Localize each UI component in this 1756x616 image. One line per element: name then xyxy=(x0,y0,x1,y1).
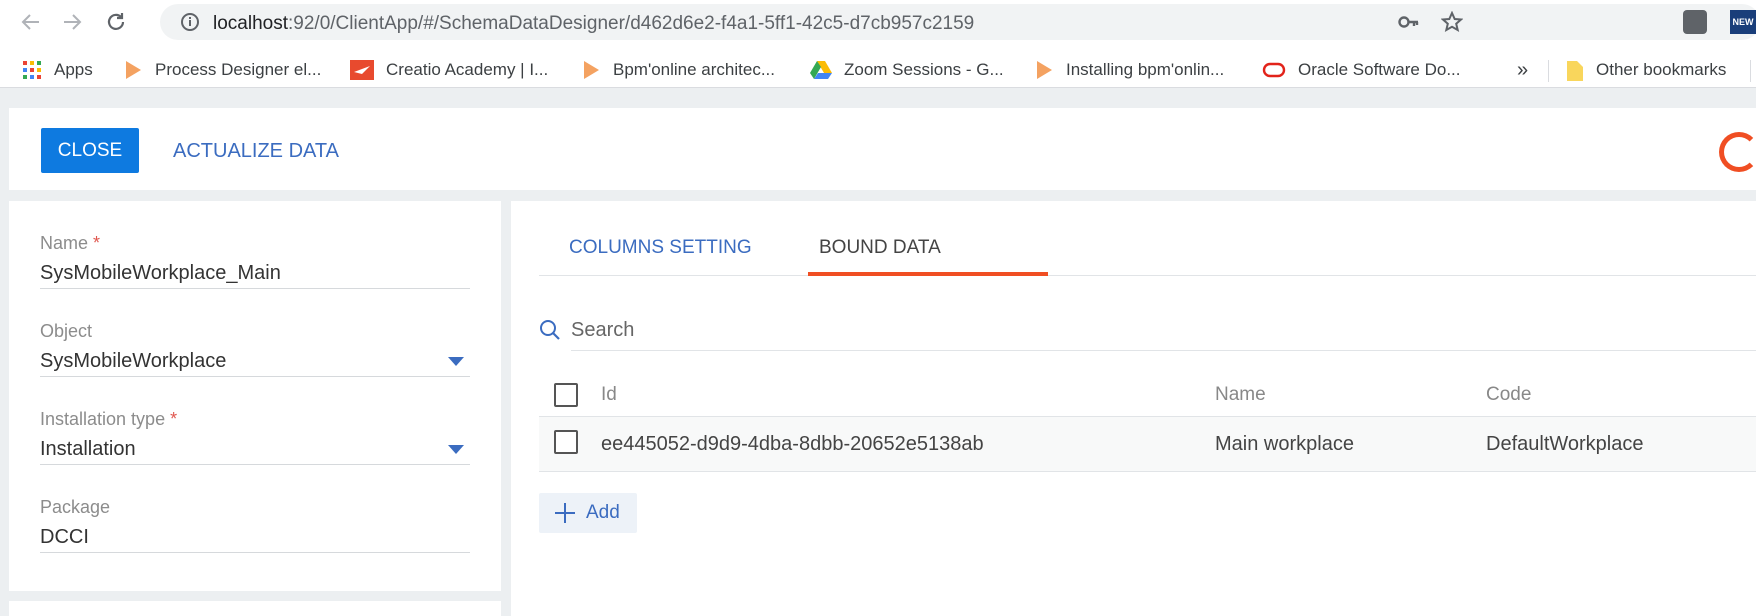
oracle-logo-icon xyxy=(1262,60,1286,80)
schema-properties-panel: Name * SysMobileWorkplace_Main Object Sy… xyxy=(9,201,501,591)
active-tab-indicator xyxy=(808,272,1048,276)
add-label: Add xyxy=(586,502,620,523)
package-field: Package DCCI xyxy=(40,497,470,553)
data-panel: COLUMNS SETTING BOUND DATA Id Name Code … xyxy=(511,201,1756,616)
creatio-logo-icon xyxy=(350,60,374,80)
actualize-data-button[interactable]: ACTUALIZE DATA xyxy=(173,140,339,163)
extension-icon[interactable] xyxy=(1683,10,1707,34)
bookmark-label: Installing bpm'onlin... xyxy=(1066,60,1225,79)
plus-icon xyxy=(555,503,575,523)
search-bar xyxy=(539,311,1756,351)
column-header-name[interactable]: Name xyxy=(1215,384,1266,406)
column-header-id[interactable]: Id xyxy=(601,384,617,406)
play-triangle-icon xyxy=(1034,60,1054,80)
row-checkbox[interactable] xyxy=(554,430,578,454)
bookmark-apps[interactable]: Apps xyxy=(22,58,93,82)
forward-arrow-icon[interactable] xyxy=(59,9,85,35)
add-button[interactable]: Add xyxy=(539,493,637,533)
info-icon[interactable] xyxy=(180,12,200,37)
grid-header: Id Name Code xyxy=(539,373,1756,417)
key-icon[interactable] xyxy=(1398,13,1420,36)
bookmark-label: Bpm'online architec... xyxy=(613,60,775,79)
bookmark-label: Oracle Software Do... xyxy=(1298,60,1461,79)
table-row[interactable]: ee445052-d9d9-4dba-8dbb-20652e5138ab Mai… xyxy=(539,417,1756,472)
apps-grid-icon xyxy=(22,60,42,80)
name-value: SysMobileWorkplace_Main xyxy=(40,262,281,284)
name-label: Name * xyxy=(40,233,101,253)
object-value: SysMobileWorkplace xyxy=(40,350,227,372)
play-triangle-icon xyxy=(123,60,143,80)
cell-id: ee445052-d9d9-4dba-8dbb-20652e5138ab xyxy=(601,433,984,455)
bookmark-label: Apps xyxy=(54,60,93,79)
bookmark-label: Other bookmarks xyxy=(1596,60,1727,79)
tab-bar: COLUMNS SETTING BOUND DATA xyxy=(539,201,1756,276)
cell-code: DefaultWorkplace xyxy=(1486,433,1644,455)
bookmark-installing-bpmonline[interactable]: Installing bpm'onlin... xyxy=(1034,58,1224,82)
bookmark-label: Zoom Sessions - G... xyxy=(844,60,1004,79)
browser-toolbar: localhost:92/0/ClientApp/#/SchemaDataDes… xyxy=(0,0,1756,44)
installation-type-field[interactable]: Installation type * Installation xyxy=(40,409,470,465)
toolbar-spacer xyxy=(0,44,1756,52)
close-button[interactable]: CLOSE xyxy=(41,128,139,173)
bookmark-other[interactable]: Other bookmarks xyxy=(1566,58,1726,82)
bookmark-oracle-software[interactable]: Oracle Software Do... xyxy=(1262,58,1461,82)
bookmark-zoom-sessions[interactable]: Zoom Sessions - G... xyxy=(810,58,1004,82)
google-drive-icon xyxy=(810,60,832,80)
package-label: Package xyxy=(40,497,111,517)
select-all-checkbox[interactable] xyxy=(554,383,578,407)
tab-bound-data[interactable]: BOUND DATA xyxy=(819,237,941,259)
installation-type-value: Installation xyxy=(40,438,136,460)
folder-icon xyxy=(1566,60,1584,81)
bookmarks-divider xyxy=(1548,60,1549,82)
bookmark-creatio-academy[interactable]: Creatio Academy | I... xyxy=(350,58,548,82)
address-bar[interactable]: localhost:92/0/ClientApp/#/SchemaDataDes… xyxy=(160,4,1756,40)
back-arrow-icon[interactable] xyxy=(18,9,44,35)
overflow-chevron-icon: » xyxy=(1517,58,1529,81)
secondary-panel xyxy=(9,601,501,616)
url-text: localhost:92/0/ClientApp/#/SchemaDataDes… xyxy=(213,13,975,34)
bookmarks-bar: Apps Process Designer el... Creatio Acad… xyxy=(0,52,1756,88)
name-field[interactable]: Name * SysMobileWorkplace_Main xyxy=(40,233,470,289)
reload-icon[interactable] xyxy=(103,9,129,35)
cell-name: Main workplace xyxy=(1215,433,1354,455)
object-label: Object xyxy=(40,321,93,341)
creatio-logo-icon xyxy=(1719,132,1756,172)
star-icon[interactable] xyxy=(1440,10,1464,38)
bookmark-bpmonline-architecture[interactable]: Bpm'online architec... xyxy=(581,58,775,82)
bookmark-label: Creatio Academy | I... xyxy=(386,60,549,79)
tab-columns-setting[interactable]: COLUMNS SETTING xyxy=(569,237,752,259)
bookmark-label: Process Designer el... xyxy=(155,60,322,79)
bookmarks-overflow-button[interactable]: » xyxy=(1517,58,1528,82)
play-triangle-icon xyxy=(581,60,601,80)
object-field[interactable]: Object SysMobileWorkplace xyxy=(40,321,470,377)
bookmark-process-designer[interactable]: Process Designer el... xyxy=(123,58,321,82)
chevron-down-icon[interactable] xyxy=(448,357,464,366)
bookmarks-divider xyxy=(1750,60,1751,82)
designer-header: CLOSE ACTUALIZE DATA xyxy=(9,108,1756,190)
package-value: DCCI xyxy=(40,526,89,548)
installation-type-label: Installation type * xyxy=(40,409,178,429)
new-badge-extension-icon[interactable]: NEW xyxy=(1730,10,1756,34)
column-header-code[interactable]: Code xyxy=(1486,384,1531,406)
search-icon xyxy=(539,319,561,346)
search-input[interactable] xyxy=(571,311,1756,351)
chevron-down-icon[interactable] xyxy=(448,445,464,454)
